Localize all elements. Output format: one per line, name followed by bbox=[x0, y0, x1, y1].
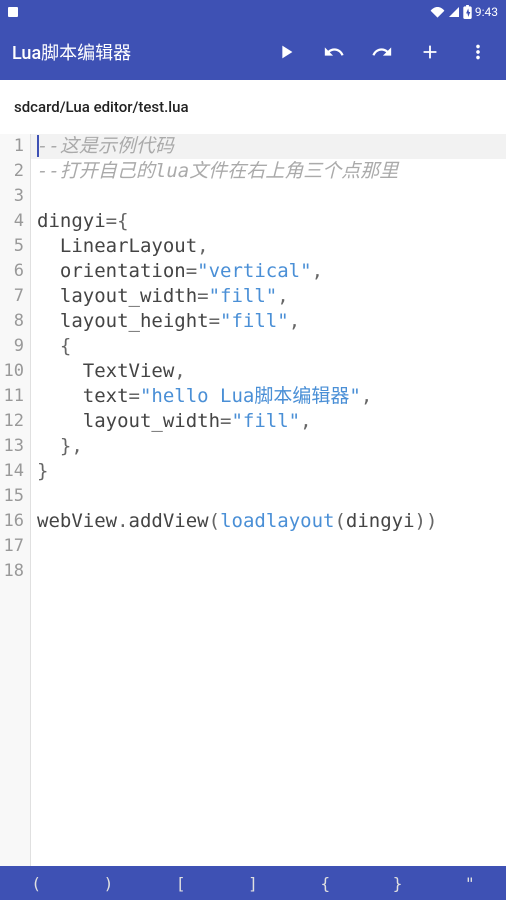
battery-charging-icon bbox=[463, 5, 472, 19]
code-line[interactable] bbox=[31, 534, 506, 559]
symbol-toolbar: ()[]{}" bbox=[0, 866, 506, 900]
code-line[interactable]: } bbox=[31, 459, 506, 484]
more-button[interactable] bbox=[466, 40, 490, 64]
code-line[interactable]: layout_width="fill", bbox=[31, 409, 506, 434]
code-area[interactable]: --这是示例代码--打开自己的lua文件在右上角三个点那里 dingyi={ Li… bbox=[31, 134, 506, 866]
status-bar: 9:43 bbox=[0, 0, 506, 24]
status-time: 9:43 bbox=[475, 5, 498, 19]
symbol-key[interactable]: { bbox=[289, 874, 361, 893]
symbol-key[interactable]: " bbox=[434, 874, 506, 893]
code-line[interactable]: { bbox=[31, 334, 506, 359]
code-line[interactable]: layout_height="fill", bbox=[31, 309, 506, 334]
code-line[interactable] bbox=[31, 484, 506, 509]
code-editor[interactable]: 123456789101112131415161718 --这是示例代码--打开… bbox=[0, 134, 506, 866]
line-gutter: 123456789101112131415161718 bbox=[0, 134, 31, 866]
code-line[interactable]: LinearLayout, bbox=[31, 234, 506, 259]
code-line[interactable]: }, bbox=[31, 434, 506, 459]
code-line[interactable]: layout_width="fill", bbox=[31, 284, 506, 309]
undo-button[interactable] bbox=[322, 40, 346, 64]
add-button[interactable] bbox=[418, 40, 442, 64]
code-line[interactable]: webView.addView(loadlayout(dingyi)) bbox=[31, 509, 506, 534]
wifi-icon bbox=[430, 6, 445, 18]
symbol-key[interactable]: ] bbox=[217, 874, 289, 893]
code-line[interactable]: --打开自己的lua文件在右上角三个点那里 bbox=[31, 159, 506, 184]
app-title: Lua脚本编辑器 bbox=[12, 39, 274, 65]
run-button[interactable] bbox=[274, 40, 298, 64]
code-line[interactable]: text="hello Lua脚本编辑器", bbox=[31, 384, 506, 409]
notification-icon bbox=[8, 7, 18, 17]
redo-button[interactable] bbox=[370, 40, 394, 64]
code-line[interactable]: orientation="vertical", bbox=[31, 259, 506, 284]
code-line[interactable] bbox=[31, 184, 506, 209]
code-line[interactable] bbox=[31, 559, 506, 584]
symbol-key[interactable]: } bbox=[361, 874, 433, 893]
file-path[interactable]: sdcard/Lua editor/test.lua bbox=[0, 80, 506, 134]
app-bar: Lua脚本编辑器 bbox=[0, 24, 506, 80]
symbol-key[interactable]: ) bbox=[72, 874, 144, 893]
code-line[interactable]: TextView, bbox=[31, 359, 506, 384]
signal-icon bbox=[448, 6, 460, 18]
code-line[interactable]: --这是示例代码 bbox=[31, 134, 506, 159]
symbol-key[interactable]: [ bbox=[145, 874, 217, 893]
symbol-key[interactable]: ( bbox=[0, 874, 72, 893]
text-cursor bbox=[37, 135, 39, 157]
code-line[interactable]: dingyi={ bbox=[31, 209, 506, 234]
